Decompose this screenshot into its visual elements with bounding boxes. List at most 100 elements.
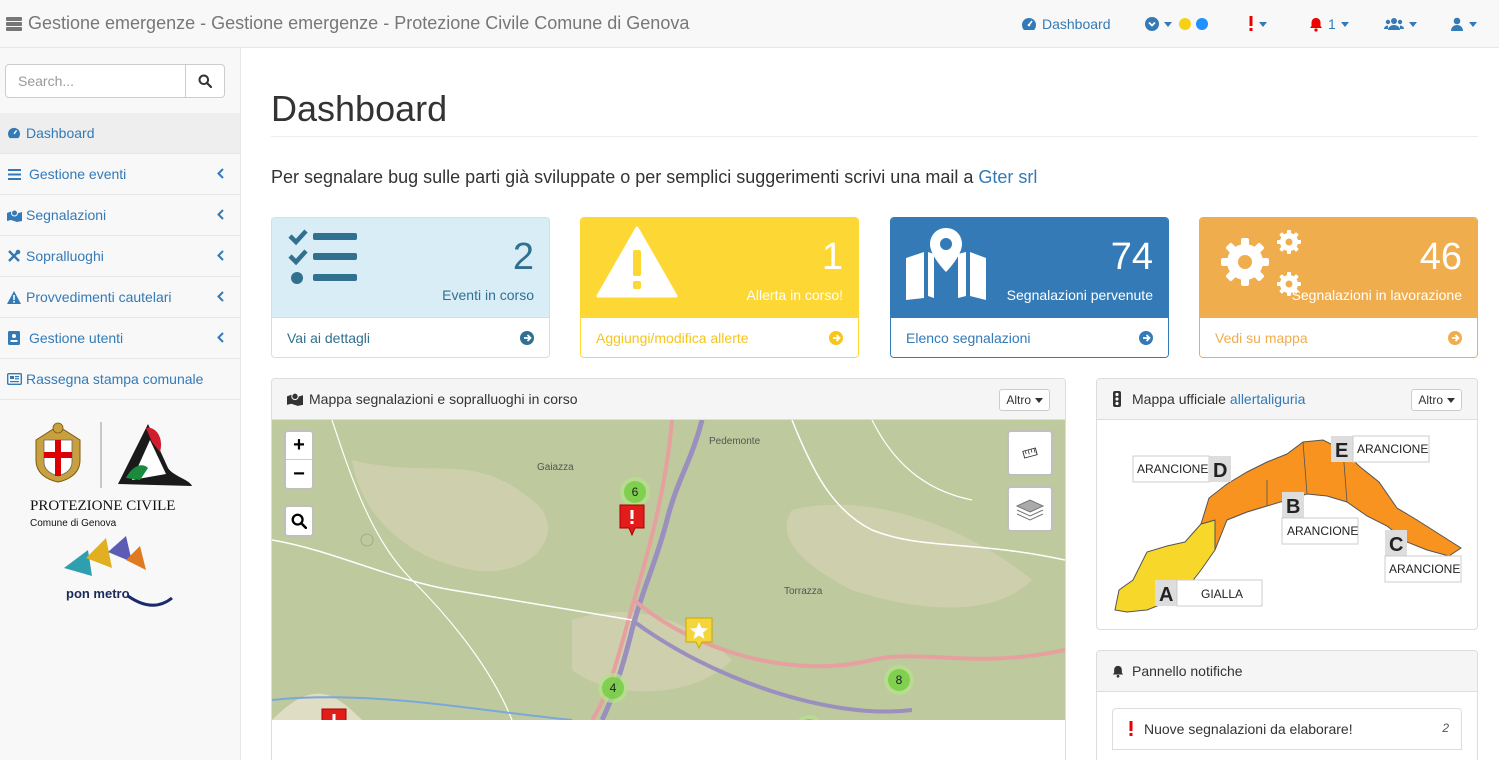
card-eventi: 2 Eventi in corso Vai ai dettagli [271,217,550,358]
arrow-circle-right-icon [1139,330,1153,345]
search-icon [198,74,212,88]
protezione-civile-logo: PROTEZIONE CIVILE Comune di Genova pon m… [28,418,198,618]
exclamation-icon [1249,16,1253,31]
card-lavorazione-subtitle: Segnalazioni in lavorazione [1291,287,1462,303]
search-input[interactable] [5,64,186,98]
traffic-light-icon [1113,391,1121,407]
notifiche-panel-title: Pannello notifiche [1132,663,1243,679]
sidebar-item-sopralluoghi[interactable]: Sopralluoghi [0,236,240,277]
tasks-icon [288,229,357,284]
card-lavorazione-link[interactable]: Vedi su mappa [1200,317,1477,357]
card-allerta-head: 1 Allerta in corso! [581,218,858,317]
nav-dashboard-link[interactable]: Dashboard [1021,0,1111,48]
nav-warning-dropdown[interactable] [1248,0,1267,48]
place-torrazza: Torrazza [784,586,823,597]
allerta-altro-dropdown[interactable]: Altro [1411,389,1462,411]
layers-icon [1016,499,1044,521]
layers-button[interactable] [1007,486,1053,532]
map-panel: Mappa segnalazioni e sopralluoghi in cor… [271,378,1066,760]
map-search-button[interactable] [284,505,314,537]
map-altro-dropdown[interactable]: Altro [999,389,1050,411]
card-eventi-subtitle: Eventi in corso [442,287,534,303]
sidebar-item-gestione-eventi[interactable]: Gestione eventi [0,154,240,195]
sidebar-item-label: Gestione eventi [29,166,127,182]
sidebar-item-provvedimenti[interactable]: Provvedimenti cautelari [0,277,240,318]
cluster-count: 6 [624,481,646,503]
status-dot-blue [1196,18,1208,30]
notifiche-panel: Pannello notifiche Nuove segnalazioni da… [1096,650,1478,760]
liguria-alert-map: A GIALLA B ARANCIONE C ARANCIONE ARANCIO… [1114,435,1462,613]
page-title: Dashboard [271,88,448,129]
caret-icon [1469,21,1477,27]
card-segnalazioni-link[interactable]: Elenco segnalazioni [891,317,1168,357]
sidebar-item-label: Sopralluoghi [26,248,104,264]
cluster-count: 8 [798,719,820,720]
alert-marker-icon[interactable] [619,504,645,536]
zone-d-level: ARANCIONE [1137,462,1208,476]
star-marker-icon[interactable] [685,617,713,649]
app-title: Gestione emergenze - Gestione emergenze … [28,13,690,33]
ruler-icon [1022,447,1038,459]
chevron-circle-down-icon [1145,17,1159,31]
zone-c-letter: C [1389,534,1403,556]
chevron-left-icon [217,291,224,302]
chevron-left-icon [217,168,224,179]
measure-button[interactable] [1007,430,1053,476]
map-canvas[interactable]: Pedemonte Gaiazza Torrazza 6 4 8 8 + − [272,420,1065,720]
card-eventi-link[interactable]: Vai ai dettagli [272,317,549,357]
warning-icon [6,290,22,304]
newspaper-icon [6,372,22,386]
card-eventi-footer-label: Vai ai dettagli [287,329,371,346]
top-navbar: Gestione emergenze - Gestione emergenze … [0,0,1499,48]
nav-status-dropdown[interactable] [1145,0,1208,48]
card-segnalazioni-count: 74 [1110,236,1153,278]
sidebar-item-segnalazioni[interactable]: Segnalazioni [0,195,240,236]
zoom-in-button[interactable]: + [286,432,312,460]
gter-link[interactable]: Gter srl [978,167,1037,187]
map-marker-icon [287,392,303,406]
title-divider [271,136,1478,137]
chevron-left-icon [217,209,224,220]
card-allerta-count: 1 [821,236,843,278]
server-icon [6,16,22,31]
search-button[interactable] [186,64,225,98]
sidebar-item-rassegna-stampa[interactable]: Rassegna stampa comunale [0,359,240,400]
alert-marker-icon[interactable] [321,708,347,720]
card-lavorazione-head: 46 Segnalazioni in lavorazione [1200,218,1477,317]
card-lavorazione-count: 46 [1419,236,1462,278]
sidebar-menu: Dashboard Gestione eventi Segnalazioni S… [0,113,240,400]
card-lavorazione: 46 Segnalazioni in lavorazione Vedi su m… [1199,217,1478,358]
sidebar-item-gestione-utenti[interactable]: Gestione utenti [0,318,240,359]
cluster-count: 8 [888,669,910,691]
zone-e-letter: E [1335,440,1348,462]
caret-icon [1164,21,1172,27]
map-cluster[interactable]: 4 [598,673,628,703]
cluster-count: 4 [602,677,624,699]
zone-b-level: ARANCIONE [1287,524,1358,538]
card-eventi-head: 2 Eventi in corso [272,218,549,317]
card-allerta-link[interactable]: Aggiungi/modifica allerte [581,317,858,357]
zone-a-level: GIALLA [1201,587,1243,601]
genova-crest-logo: PROTEZIONE CIVILE Comune di Genova pon m… [30,422,192,607]
sidebar-item-label: Provvedimenti cautelari [26,289,172,305]
allertaliguria-link[interactable]: allertaliguria [1230,391,1305,407]
map-cluster[interactable]: 8 [884,665,914,695]
nav-notifications-dropdown[interactable]: 1 [1309,0,1349,48]
search-icon [291,513,307,529]
caret-icon [1340,21,1349,27]
sidebar-item-dashboard[interactable]: Dashboard [0,113,240,154]
logo-ponmetro: pon metro [66,586,130,601]
zone-e-level: ARANCIONE [1357,442,1428,456]
nav-dashboard-label: Dashboard [1042,16,1111,32]
notification-item[interactable]: Nuove segnalazioni da elaborare! 2 [1112,708,1462,750]
caret-icon [1035,397,1043,403]
zone-c-level: ARANCIONE [1389,562,1460,576]
zoom-out-button[interactable]: − [286,460,312,488]
map-marker-icon [6,208,22,222]
tools-icon [6,249,22,263]
nav-user-dropdown[interactable] [1450,0,1477,48]
sidebar-item-label: Segnalazioni [26,207,107,223]
app-brand[interactable]: Gestione emergenze - Gestione emergenze … [6,13,689,34]
nav-users-dropdown[interactable] [1384,0,1417,48]
map-cluster[interactable]: 6 [620,477,650,507]
